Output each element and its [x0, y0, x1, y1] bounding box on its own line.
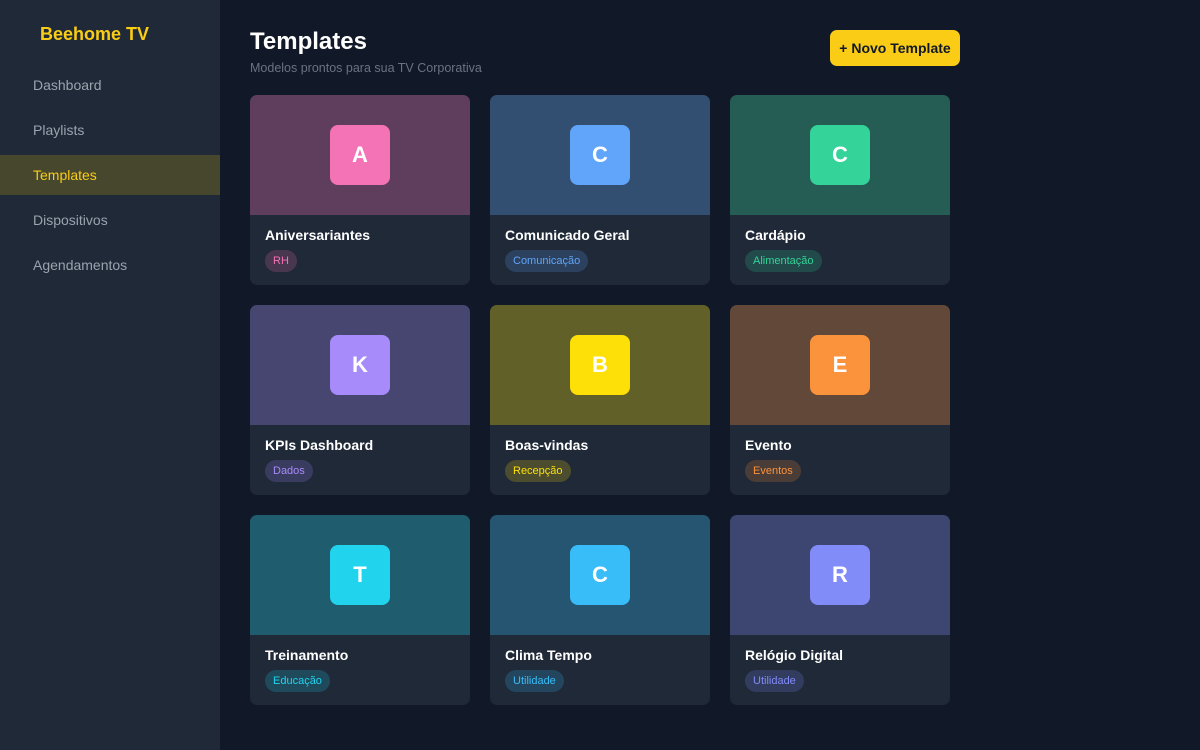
template-name: Evento: [745, 437, 792, 453]
sidebar-nav: Dashboard Playlists Templates Dispositiv…: [0, 65, 220, 290]
template-category-badge: Recepção: [505, 460, 571, 482]
template-name: Clima Tempo: [505, 647, 592, 663]
template-name: Aniversariantes: [265, 227, 371, 243]
template-card[interactable]: C Comunicado Geral Comunicação: [490, 95, 710, 285]
template-name: Boas-vindas: [505, 437, 589, 453]
template-letter-icon: R: [810, 545, 870, 605]
sidebar: Beehome TV Dashboard Playlists Templates…: [0, 0, 220, 750]
page-title: Templates: [250, 28, 367, 55]
template-letter-icon: T: [330, 545, 390, 605]
template-letter-icon: K: [330, 335, 390, 395]
template-category-badge: RH: [265, 250, 297, 272]
template-category-badge: Comunicação: [505, 250, 589, 272]
card-preview: A: [250, 95, 470, 215]
card-preview: K: [250, 305, 470, 425]
template-name: Cardápio: [745, 227, 806, 243]
template-card[interactable]: C Cardápio Alimentação: [730, 95, 950, 285]
template-card[interactable]: R Relógio Digital Utilidade: [730, 515, 950, 705]
template-category-badge: Utilidade: [505, 670, 564, 692]
template-category-badge: Educação: [265, 670, 330, 692]
card-preview: C: [490, 95, 710, 215]
template-card[interactable]: K KPIs Dashboard Dados: [250, 305, 470, 495]
card-preview: T: [250, 515, 470, 635]
card-preview: C: [730, 95, 950, 215]
sidebar-item-templates[interactable]: Templates: [0, 155, 220, 195]
brand-logo: Beehome TV: [40, 24, 150, 44]
template-card[interactable]: C Clima Tempo Utilidade: [490, 515, 710, 705]
sidebar-item-dashboard[interactable]: Dashboard: [0, 65, 220, 105]
card-preview: R: [730, 515, 950, 635]
template-category-badge: Dados: [265, 460, 313, 482]
template-card[interactable]: B Boas-vindas Recepção: [490, 305, 710, 495]
template-letter-icon: B: [570, 335, 630, 395]
page-subtitle: Modelos prontos para sua TV Corporativa: [250, 61, 482, 75]
template-letter-icon: C: [570, 545, 630, 605]
template-name: Comunicado Geral: [505, 227, 630, 243]
template-grid: A Aniversariantes RH C Comunicado Geral …: [250, 95, 950, 705]
template-letter-icon: C: [570, 125, 630, 185]
template-category-badge: Alimentação: [745, 250, 822, 272]
main-content: Templates Modelos prontos para sua TV Co…: [220, 0, 1200, 750]
template-card[interactable]: E Evento Eventos: [730, 305, 950, 495]
card-preview: C: [490, 515, 710, 635]
card-preview: E: [730, 305, 950, 425]
new-template-button[interactable]: + Novo Template: [830, 30, 960, 66]
template-letter-icon: C: [810, 125, 870, 185]
template-letter-icon: E: [810, 335, 870, 395]
template-letter-icon: A: [330, 125, 390, 185]
template-name: Relógio Digital: [745, 647, 843, 663]
template-category-badge: Utilidade: [745, 670, 804, 692]
sidebar-item-playlists[interactable]: Playlists: [0, 110, 220, 150]
card-preview: B: [490, 305, 710, 425]
template-card[interactable]: A Aniversariantes RH: [250, 95, 470, 285]
template-card[interactable]: T Treinamento Educação: [250, 515, 470, 705]
template-name: Treinamento: [265, 647, 349, 663]
template-name: KPIs Dashboard: [265, 437, 374, 453]
sidebar-item-agendamentos[interactable]: Agendamentos: [0, 245, 220, 285]
template-category-badge: Eventos: [745, 460, 801, 482]
sidebar-item-dispositivos[interactable]: Dispositivos: [0, 200, 220, 240]
